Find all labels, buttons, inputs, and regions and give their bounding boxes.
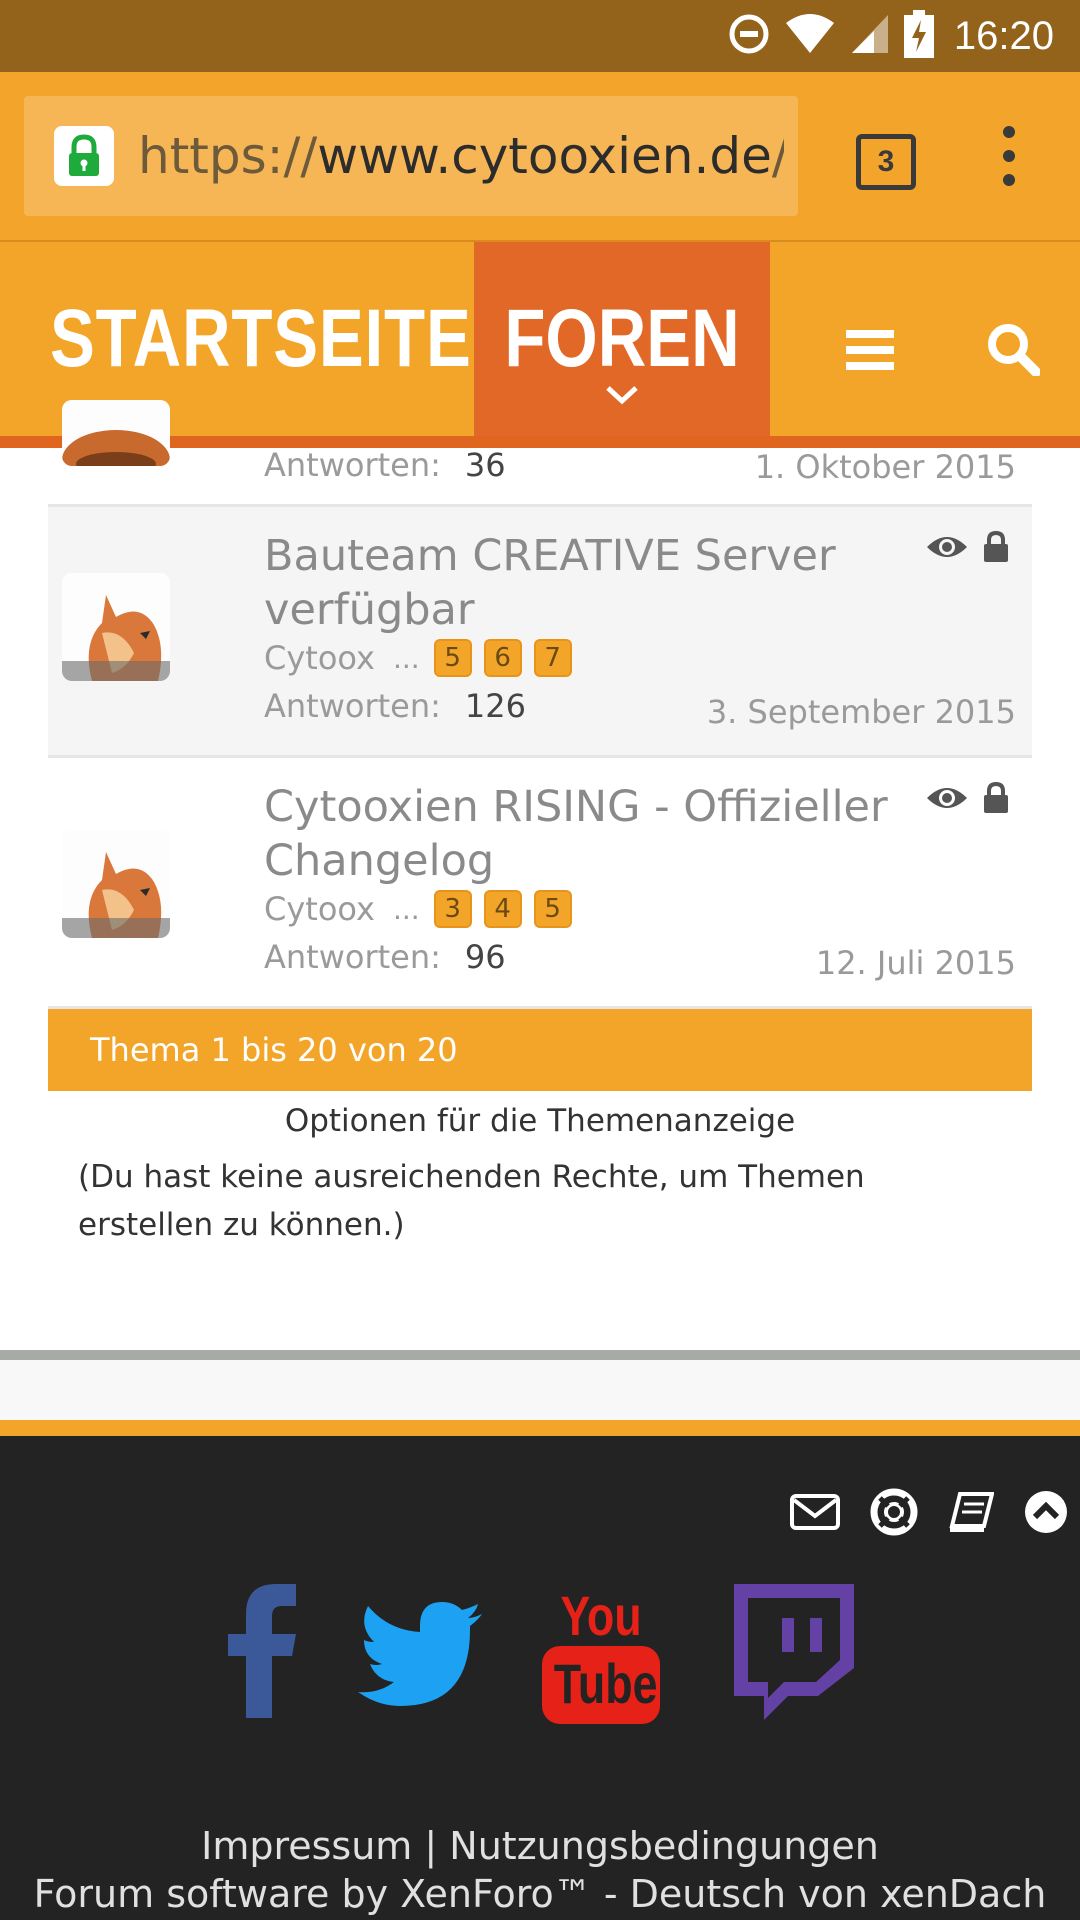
battery-charging-icon	[903, 10, 934, 62]
replies-label: Antworten:	[264, 938, 441, 976]
avatar[interactable]	[62, 400, 170, 466]
page-link[interactable]: 3	[433, 890, 472, 928]
thread-item-partial[interactable]: Antworten: 36 1. Oktober 2015	[48, 400, 1032, 507]
browser-toolbar: https://www.cytooxien.de/fo 3	[0, 72, 1080, 240]
search-icon[interactable]	[986, 322, 1041, 380]
hamburger-menu-icon[interactable]	[846, 330, 894, 374]
page-ellipsis: ...	[392, 892, 420, 926]
permission-notice: (Du hast keine ausreichenden Rechte, um …	[78, 1159, 865, 1243]
replies-label: Antworten:	[264, 687, 441, 725]
thread-list: Antworten: 36 1. Oktober 2015 Bauteam CR…	[48, 400, 1032, 1249]
thread-replies: Antworten: 36	[264, 446, 506, 484]
url-scheme: https://	[138, 127, 318, 185]
help-lifebuoy-icon[interactable]	[870, 1488, 918, 1540]
thread-date[interactable]: 3. September 2015	[707, 693, 1016, 731]
watch-eye-icon	[926, 784, 968, 816]
terms-link[interactable]: Nutzungsbedingungen	[449, 1824, 879, 1868]
thread-date[interactable]: 1. Oktober 2015	[755, 448, 1016, 486]
scroll-to-top-icon[interactable]	[1024, 1490, 1068, 1538]
cell-signal-icon	[850, 13, 890, 59]
footer-credit[interactable]: Forum software by XenForo™ - Deutsch von…	[0, 1872, 1080, 1916]
replies-count: 36	[464, 446, 506, 484]
thread-author[interactable]: Cytoox	[264, 639, 375, 677]
book-icon[interactable]	[948, 1492, 995, 1536]
thread-author[interactable]: Cytoox	[264, 890, 375, 928]
avatar[interactable]	[62, 830, 170, 938]
page-link[interactable]: 7	[533, 639, 572, 677]
replies-count: 126	[464, 687, 526, 725]
divider	[0, 1350, 1080, 1360]
url-text[interactable]: https://www.cytooxien.de/fo	[138, 96, 784, 216]
replies-label: Antworten:	[264, 446, 441, 484]
site-footer: You Tube Impressum | Nutzungsbedingungen…	[0, 1436, 1080, 1920]
thread-date[interactable]: 12. Juli 2015	[816, 944, 1016, 982]
url-host: www.cytooxien.de	[317, 127, 772, 185]
thread-author-line: Cytoox ... 5 6 7	[264, 639, 584, 677]
browser-menu-icon[interactable]	[996, 126, 1022, 206]
chevron-down-icon	[604, 384, 640, 410]
thread-item[interactable]: Bauteam CREATIVE Server verfügbar Cytoox…	[48, 507, 1032, 758]
thread-title[interactable]: Bauteam CREATIVE Server verfügbar	[264, 529, 924, 637]
twitch-icon[interactable]	[724, 1584, 854, 1724]
thread-item[interactable]: Cytooxien RISING - Offizieller Changelog…	[48, 758, 1032, 1009]
mail-icon[interactable]	[790, 1494, 840, 1534]
address-bar[interactable]: https://www.cytooxien.de/fo	[24, 96, 798, 216]
footer-divider: |	[412, 1824, 450, 1868]
page-link[interactable]: 5	[533, 890, 572, 928]
divider	[0, 1420, 1080, 1436]
page-ellipsis: ...	[392, 641, 420, 675]
twitter-icon[interactable]	[358, 1602, 484, 1710]
youtube-logo-bottom: Tube	[553, 1652, 658, 1715]
replies-count: 96	[464, 938, 506, 976]
secure-lock-icon[interactable]	[54, 126, 114, 186]
do-not-disturb-icon	[728, 13, 770, 59]
clock: 16:20	[953, 13, 1054, 58]
facebook-icon[interactable]	[226, 1582, 296, 1722]
thread-replies: Antworten: 96	[264, 938, 506, 976]
divider	[0, 1360, 1080, 1420]
nav-forums-tab[interactable]: FOREN	[474, 242, 770, 448]
page-link[interactable]: 6	[483, 639, 522, 677]
footer-links: Impressum | Nutzungsbedingungen	[0, 1824, 1080, 1868]
pagination-summary: Thema 1 bis 20 von 20	[48, 1009, 1032, 1091]
thread-display-options-link[interactable]: Optionen für die Themenanzeige	[48, 1103, 1032, 1139]
page-link[interactable]: 5	[433, 639, 472, 677]
youtube-icon[interactable]: You Tube	[542, 1586, 660, 1726]
watch-eye-icon	[926, 533, 968, 565]
avatar[interactable]	[62, 573, 170, 681]
lock-icon	[982, 530, 1010, 567]
page-link[interactable]: 4	[483, 890, 522, 928]
youtube-logo-top: You	[560, 1584, 642, 1647]
thread-title[interactable]: Cytooxien RISING - Offizieller Changelog	[264, 780, 924, 888]
wifi-icon	[784, 13, 836, 59]
status-bar: 16:20	[0, 0, 1080, 72]
thread-author-line: Cytoox ... 3 4 5	[264, 890, 584, 928]
lock-icon	[982, 781, 1010, 818]
impressum-link[interactable]: Impressum	[201, 1824, 412, 1868]
thread-replies: Antworten: 126	[264, 687, 526, 725]
url-path: /fo	[772, 127, 784, 185]
tab-switcher-button[interactable]: 3	[856, 134, 916, 190]
